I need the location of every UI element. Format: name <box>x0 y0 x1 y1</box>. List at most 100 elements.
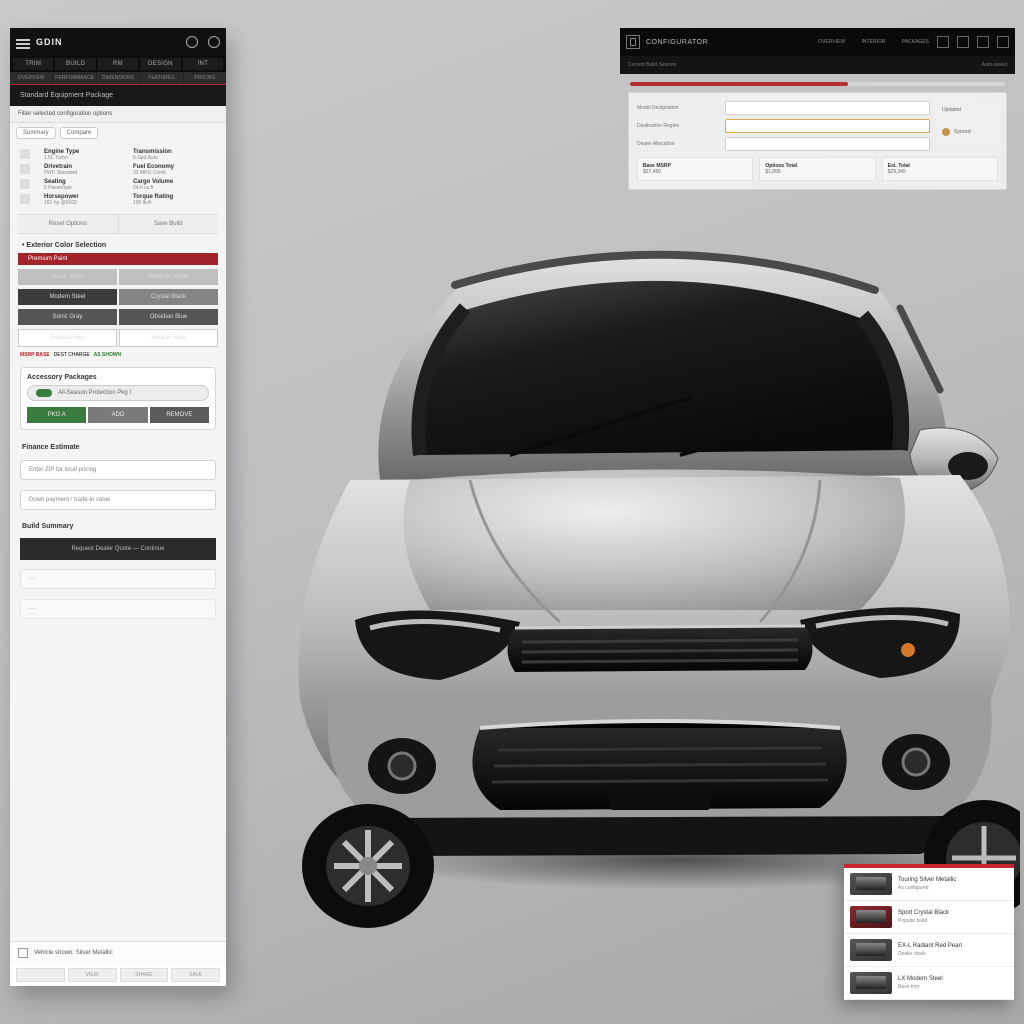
color-swatch[interactable]: Lunar Silver <box>18 269 117 285</box>
color-heading: • Exterior Color Selection <box>10 234 226 253</box>
session-label: Current Build Session <box>628 62 676 68</box>
summary-line: — <box>20 569 216 589</box>
tool-button[interactable] <box>957 36 969 48</box>
dashboard-title: CONFIGURATOR <box>646 39 708 46</box>
spec-cell: Fuel Economy32 MPG Comb <box>133 164 216 176</box>
chip-compare[interactable]: Compare <box>60 127 99 139</box>
dashboard-body: Model Designation Destination Region Dea… <box>628 92 1007 190</box>
sidebar-header: GDIN <box>10 28 226 56</box>
bottom-bar: VIEW SHARE SAVE <box>10 964 226 986</box>
price-meta: MSRP BASE DEST CHARGE AS SHOWN <box>20 352 216 358</box>
dashboard-toolbar: CONFIGURATOR OVERVIEW INTERIOR PACKAGES <box>620 28 1015 56</box>
variant-list: Touring Silver MetallicAs configured Spo… <box>844 864 1014 1000</box>
field-label: Dealer Allocation <box>637 141 719 147</box>
menu-icon[interactable] <box>16 37 30 47</box>
price-cell: Base MSRP$27,450 <box>637 157 753 181</box>
dash-menu-interior[interactable]: INTERIOR <box>862 39 886 45</box>
spec-cell: Seating5 Passenger <box>44 179 127 191</box>
dashboard-panel: CONFIGURATOR OVERVIEW INTERIOR PACKAGES … <box>620 28 1015 196</box>
zip-input[interactable]: Enter ZIP for local pricing <box>20 460 216 480</box>
dash-menu-packages[interactable]: PACKAGES <box>902 39 929 45</box>
variant-thumb <box>850 873 892 895</box>
color-swatch[interactable]: Crystal Black <box>119 289 218 305</box>
status-chip: Synced <box>938 123 998 141</box>
toggle-icon <box>36 389 52 397</box>
spec-icon <box>20 194 30 204</box>
spec-cell: Horsepower181 hp @5500 <box>44 194 127 206</box>
variant-thumb <box>850 972 892 994</box>
bot-share[interactable]: SHARE <box>120 968 169 982</box>
primary-tabs: TRIM BUILD RM DESIGN INT <box>10 56 226 72</box>
field-label: Model Designation <box>637 105 719 111</box>
spec-cell: Engine Type1.5L Turbo <box>44 149 127 161</box>
addon-remove-button[interactable]: REMOVE <box>150 407 209 423</box>
spec-cell: DrivetrainFWD Standard <box>44 164 127 176</box>
variant-item[interactable]: Touring Silver MetallicAs configured <box>844 868 1014 901</box>
text-input[interactable] <box>725 101 930 115</box>
variant-item[interactable]: LX Modern SteelBase trim <box>844 967 1014 1000</box>
premium-tag: Premium Paint <box>18 253 218 265</box>
reset-button[interactable]: Reset Options <box>18 215 119 233</box>
bot-save[interactable]: SAVE <box>171 968 220 982</box>
meta-shown: AS SHOWN <box>94 352 122 358</box>
tab-trim[interactable]: TRIM <box>13 58 53 70</box>
subtab-performance[interactable]: PERFORMANCE <box>53 72 95 84</box>
color-swatch[interactable]: Modern Steel <box>18 289 117 305</box>
tab-design[interactable]: DESIGN <box>140 58 180 70</box>
dealer-quote-button[interactable]: Request Dealer Quote — Continue <box>20 538 216 560</box>
save-button[interactable]: Save Build <box>119 215 219 233</box>
variant-thumb <box>850 906 892 928</box>
color-swatch[interactable]: Aegean Blue <box>119 329 218 347</box>
color-swatch[interactable]: Sonic Gray <box>18 309 117 325</box>
autosave-label: Auto-saved <box>982 62 1007 68</box>
spec-icon <box>20 164 30 174</box>
spec-icon <box>20 179 30 189</box>
tool-button[interactable] <box>997 36 1009 48</box>
chip-summary[interactable]: Summary <box>16 127 56 139</box>
summary-line: — <box>20 599 216 619</box>
car-illustration <box>260 230 1020 930</box>
addon-pill[interactable]: All-Season Protection Pkg I <box>27 385 209 401</box>
downpayment-input[interactable]: Down payment / trade-in value <box>20 490 216 510</box>
vehicle-render <box>260 230 1020 930</box>
addon-card: Accessory Packages All-Season Protection… <box>20 367 216 430</box>
dash-menu-overview[interactable]: OVERVIEW <box>818 39 845 45</box>
variant-item[interactable]: Sport Crystal BlackPopular build <box>844 901 1014 934</box>
spec-cell: Transmission6-Spd Auto <box>133 149 216 161</box>
addon-add-button[interactable]: ADD <box>88 407 147 423</box>
variant-item[interactable]: EX-L Radiant Red PearlDealer stock <box>844 934 1014 967</box>
summary-heading: Build Summary <box>10 515 226 534</box>
tool-button[interactable] <box>937 36 949 48</box>
chip-bar: Summary Compare <box>10 123 226 143</box>
color-swatch[interactable]: Platinum White <box>119 269 218 285</box>
dashboard-subbar: Current Build Session Auto-saved <box>620 56 1015 74</box>
bot-view[interactable]: VIEW <box>68 968 117 982</box>
price-cell: Est. Total$29,345 <box>882 157 998 181</box>
meta-dest: DEST CHARGE <box>54 352 90 358</box>
spec-icon <box>20 149 30 159</box>
filter-caption: Filter selected configuration options <box>10 106 226 123</box>
addon-heading: Accessory Packages <box>27 374 209 385</box>
footer-label: Vehicle shown: Silver Metallic <box>34 950 113 956</box>
config-sidebar: GDIN TRIM BUILD RM DESIGN INT OVERVIEW P… <box>10 28 226 986</box>
addon-cell-a[interactable]: PKG A <box>27 407 86 423</box>
text-input[interactable] <box>725 119 930 133</box>
variant-thumb <box>850 939 892 961</box>
profile-icon[interactable] <box>208 36 220 48</box>
doc-icon[interactable] <box>626 35 640 49</box>
color-swatch[interactable]: Radiant Red <box>18 329 117 347</box>
tool-button[interactable] <box>977 36 989 48</box>
subtab-overview[interactable]: OVERVIEW <box>10 72 52 84</box>
subtab-pricing[interactable]: PRICING <box>184 72 226 84</box>
color-swatch[interactable]: Obsidian Blue <box>119 309 218 325</box>
field-label: Destination Region <box>637 123 719 129</box>
bot-blank[interactable] <box>16 968 65 982</box>
tab-rm[interactable]: RM <box>98 58 138 70</box>
package-banner: Standard Equipment Package <box>10 84 226 106</box>
tab-int[interactable]: INT <box>183 58 223 70</box>
text-input[interactable] <box>725 137 930 151</box>
search-icon[interactable] <box>186 36 198 48</box>
tab-build[interactable]: BUILD <box>55 58 95 70</box>
subtab-dimensions[interactable]: DIMENSIONS <box>97 72 139 84</box>
subtab-features[interactable]: FEATURES <box>140 72 182 84</box>
